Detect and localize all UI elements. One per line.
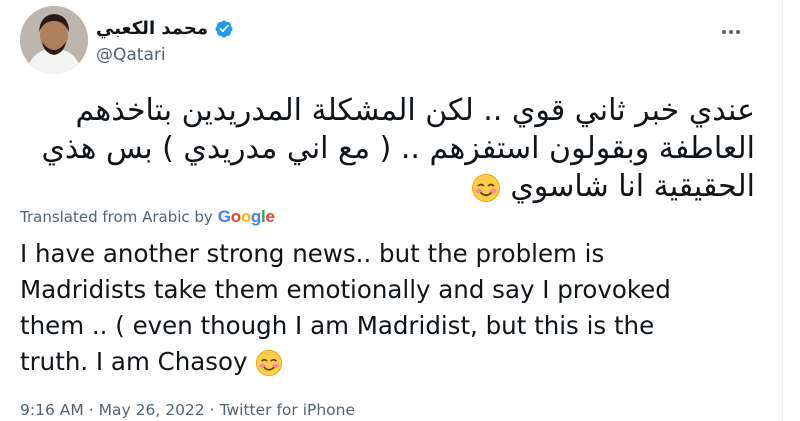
display-name[interactable]: محمد الكعبي bbox=[96, 18, 208, 39]
smiling-face-emoji-icon bbox=[256, 349, 283, 377]
author-row: محمد الكعبي bbox=[96, 18, 234, 39]
avatar-photo bbox=[20, 6, 88, 74]
tweet-card: محمد الكعبي @Qatari عندي خبر ثاني قوي ..… bbox=[0, 0, 783, 421]
translation-line: Madridists take them emotionally and say… bbox=[20, 275, 671, 304]
tweet-source[interactable]: Twitter for iPhone bbox=[220, 401, 355, 419]
tweet-date[interactable]: May 26, 2022 bbox=[99, 401, 205, 419]
google-logo: Google bbox=[217, 207, 275, 226]
translation-line: I have another strong news.. but the pro… bbox=[20, 239, 605, 268]
translation-line: them .. ( even though I am Madridist, bu… bbox=[20, 311, 655, 340]
original-line: عندي خبر ثاني قوي .. لكن المشكلة المدريد… bbox=[75, 93, 755, 128]
smiling-face-emoji-icon bbox=[471, 173, 500, 202]
tweet-translation-text: I have another strong news.. but the pro… bbox=[20, 236, 760, 380]
avatar[interactable] bbox=[20, 6, 88, 74]
translation-line-last: truth. I am Chasoy bbox=[20, 344, 760, 380]
translation-line-text: truth. I am Chasoy bbox=[20, 347, 248, 376]
original-line: العاطفة وبقولون استفزهم .. ( مع اني مدري… bbox=[41, 131, 755, 166]
more-dots-icon bbox=[722, 30, 740, 34]
more-options-button[interactable] bbox=[716, 22, 746, 42]
author-handle[interactable]: @Qatari bbox=[96, 45, 166, 65]
original-line-text: الحقيقية انا شاسوي bbox=[510, 169, 755, 204]
meta-separator: · bbox=[209, 401, 215, 419]
scrollbar[interactable] bbox=[783, 0, 800, 421]
tweet-original-text: عندي خبر ثاني قوي .. لكن المشكلة المدريد… bbox=[20, 92, 755, 206]
translated-from-label: Translated from Arabic by bbox=[20, 208, 213, 226]
translation-attribution[interactable]: Translated from Arabic by Google bbox=[20, 207, 275, 227]
tweet-meta: 9:16 AM · May 26, 2022 · Twitter for iPh… bbox=[20, 401, 355, 419]
meta-separator: · bbox=[88, 401, 94, 419]
tweet-time[interactable]: 9:16 AM bbox=[20, 401, 84, 419]
original-line-last: الحقيقية انا شاسوي bbox=[20, 168, 755, 206]
verified-badge-icon bbox=[215, 19, 233, 38]
